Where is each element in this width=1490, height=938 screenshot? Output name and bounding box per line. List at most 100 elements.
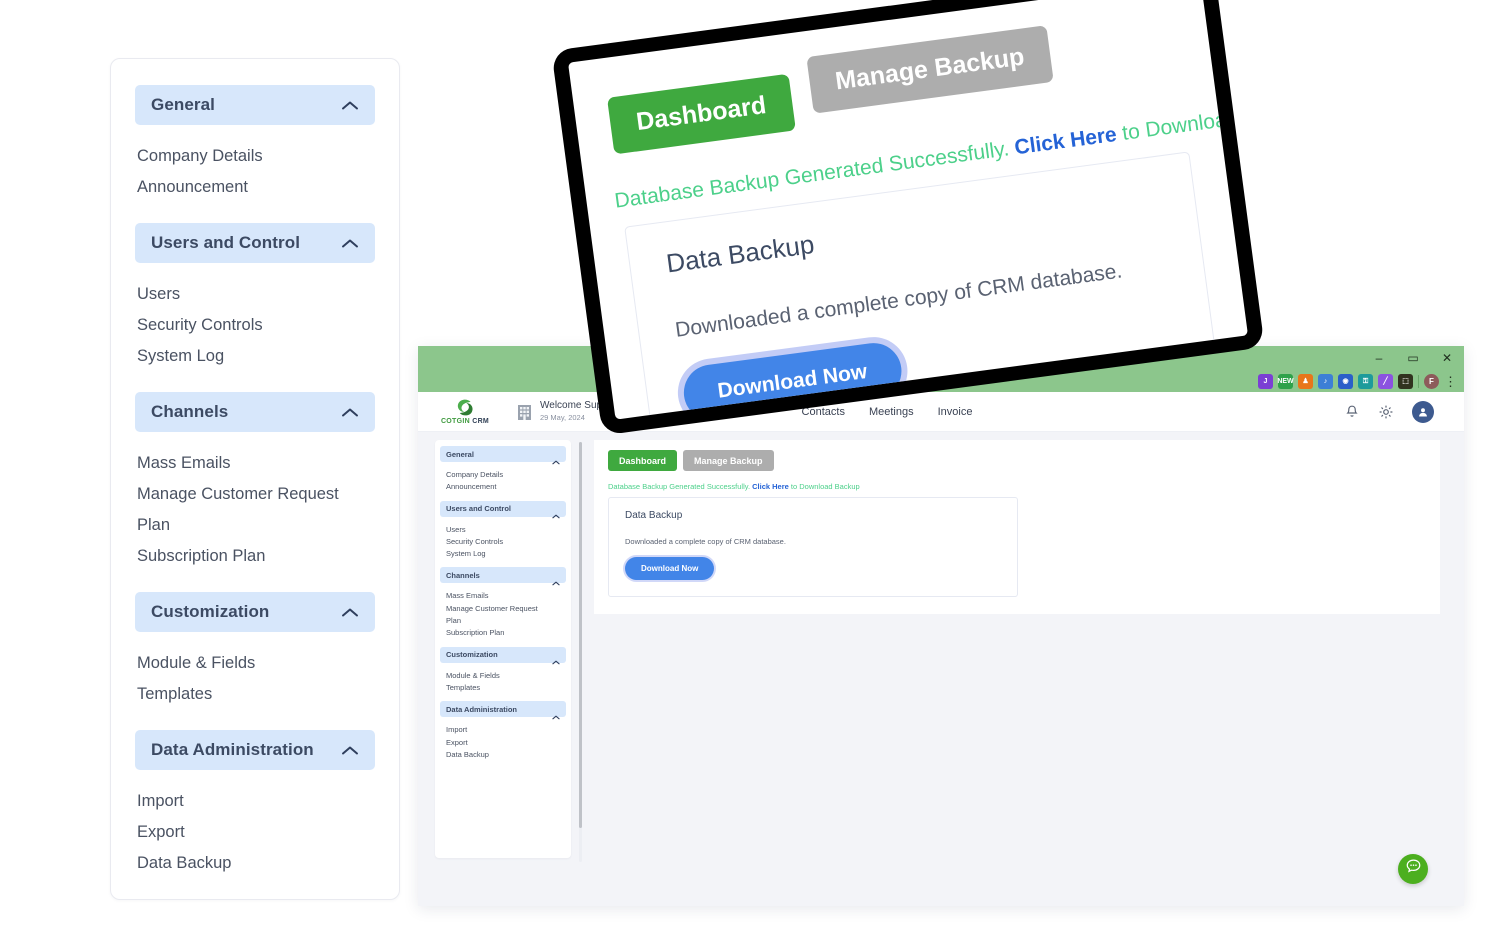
tab-manage-backup[interactable]: Manage Backup [683, 450, 774, 471]
sidebar-item-plan[interactable]: Plan [137, 510, 373, 541]
mini-sidebar-item-plan[interactable]: Plan [446, 615, 571, 627]
backup-success-alert: Database Backup Generated Successfully. … [608, 482, 1426, 491]
sidebar-group-customization[interactable]: Customization [135, 592, 375, 632]
sidebar-item-export[interactable]: Export [137, 817, 373, 848]
app-body: General Company Details Announcement Users … [418, 432, 1464, 906]
mini-sidebar-item-subscription-plan[interactable]: Subscription Plan [446, 627, 571, 639]
chevron-up-icon[interactable] [552, 707, 560, 720]
extension-blue-note-icon[interactable]: ♪ [1318, 373, 1333, 389]
tab-dashboard[interactable]: Dashboard [606, 73, 796, 155]
mini-sidebar-group-items: Module & Fields Templates [435, 668, 571, 702]
extension-target-icon[interactable]: ◉ [1338, 373, 1353, 389]
chevron-up-icon[interactable] [341, 100, 359, 111]
sidebar-item-company-details[interactable]: Company Details [137, 141, 373, 172]
mini-sidebar-item-module-fields[interactable]: Module & Fields [446, 670, 571, 682]
extension-orange-person-icon[interactable]: ♟ [1298, 373, 1313, 389]
mini-sidebar-group-customization[interactable]: Customization [440, 646, 566, 665]
user-avatar-icon[interactable] [1412, 401, 1434, 423]
mini-sidebar-item-data-backup[interactable]: Data Backup [446, 749, 571, 761]
sidebar-item-system-log[interactable]: System Log [137, 341, 373, 372]
mini-sidebar-item-users[interactable]: Users [446, 524, 571, 536]
extension-pencil-icon[interactable]: ╱ [1378, 373, 1393, 389]
chevron-up-icon[interactable] [552, 573, 560, 586]
sidebar-group-channels[interactable]: Channels [135, 392, 375, 432]
mini-sidebar-item-mass-emails[interactable]: Mass Emails [446, 590, 571, 602]
tab-manage-backup[interactable]: Manage Backup [805, 25, 1054, 114]
mini-sidebar-item-company-details[interactable]: Company Details [446, 469, 571, 481]
sidebar-item-data-backup[interactable]: Data Backup [137, 848, 373, 879]
tab-dashboard[interactable]: Dashboard [608, 450, 678, 471]
mini-sidebar-group-items: Users Security Controls System Log [435, 522, 571, 568]
extension-new-badge-icon[interactable]: NEW [1277, 373, 1294, 389]
browser-menu-icon[interactable]: ⋮ [1444, 375, 1457, 388]
sidebar-group-general[interactable]: General [135, 85, 375, 125]
nav-item-invoice[interactable]: Invoice [938, 406, 973, 418]
download-now-button[interactable]: Download Now [625, 557, 715, 580]
chevron-up-icon[interactable] [341, 238, 359, 249]
toolbar-divider [1418, 374, 1419, 388]
chevron-up-icon[interactable] [552, 452, 560, 464]
browser-extensions-toolbar: J NEW ♟ ♪ ◉ ⚿ ╱ ⬚ F ⋮ [1258, 370, 1460, 392]
extension-puzzle-icon[interactable]: ⬚ [1398, 373, 1413, 389]
maximize-button[interactable]: ▭ [1396, 346, 1430, 370]
backup-tabs: Dashboard Manage Backup [608, 450, 1426, 471]
mini-sidebar-group-items: Import Export Data Backup [435, 722, 571, 768]
nav-item-meetings[interactable]: Meetings [869, 406, 914, 418]
chat-support-button[interactable] [1398, 854, 1428, 884]
sidebar-item-users[interactable]: Users [137, 279, 373, 310]
minimize-button[interactable]: – [1362, 346, 1396, 370]
sidebar-item-subscription-plan[interactable]: Subscription Plan [137, 541, 373, 572]
mini-sidebar-group-channels[interactable]: Channels [440, 567, 566, 586]
screenshot-root: General Company Details Announcement Users … [0, 0, 1490, 938]
chevron-up-icon[interactable] [341, 407, 359, 418]
mini-sidebar-group-label: General [446, 449, 474, 459]
sidebar-group-items: Module & Fields Templates [135, 648, 375, 730]
app-logo[interactable]: COTGIN CRM [426, 398, 504, 425]
magnified-alert-suffix: to Download Backup [1120, 96, 1261, 145]
header-actions [1344, 392, 1434, 432]
sidebar-item-module-fields[interactable]: Module & Fields [137, 648, 373, 679]
mini-sidebar-item-import[interactable]: Import [446, 724, 571, 736]
settings-sidebar: General Company Details Announcement Users … [418, 432, 588, 906]
mini-sidebar-item-manage-customer-request[interactable]: Manage Customer Request [446, 603, 571, 615]
sidebar-group-data-administration[interactable]: Data Administration [135, 730, 375, 770]
mini-sidebar-group-data-administration[interactable]: Data Administration [440, 701, 566, 720]
sidebar-item-manage-customer-request[interactable]: Manage Customer Request [137, 479, 373, 510]
sidebar-item-announcement[interactable]: Announcement [137, 172, 373, 203]
mini-sidebar-group-general[interactable]: General [440, 446, 566, 464]
mini-sidebar-item-export[interactable]: Export [446, 737, 571, 749]
chevron-up-icon[interactable] [341, 745, 359, 756]
mini-sidebar-item-system-log[interactable]: System Log [446, 548, 571, 560]
mini-sidebar-item-announcement[interactable]: Announcement [446, 481, 571, 493]
sidebar-item-mass-emails[interactable]: Mass Emails [137, 448, 373, 479]
chevron-up-icon[interactable] [341, 607, 359, 618]
sidebar-group-users-and-control[interactable]: Users and Control [135, 223, 375, 263]
sidebar-item-import[interactable]: Import [137, 786, 373, 817]
close-button[interactable]: ✕ [1430, 346, 1464, 370]
chevron-up-icon[interactable] [552, 506, 560, 519]
chevron-up-icon[interactable] [552, 652, 560, 665]
gear-icon[interactable] [1378, 404, 1394, 420]
alert-suffix: to Download Backup [790, 482, 860, 491]
bell-icon[interactable] [1344, 404, 1360, 420]
sidebar-item-security-controls[interactable]: Security Controls [137, 310, 373, 341]
extension-teal-lock-icon[interactable]: ⚿ [1358, 373, 1373, 389]
sidebar-group-items: Users Security Controls System Log [135, 279, 375, 392]
mini-sidebar-group-users-and-control[interactable]: Users and Control [440, 500, 566, 519]
mini-sidebar-group-label: Users and Control [446, 504, 512, 514]
mini-sidebar-item-templates[interactable]: Templates [446, 682, 571, 694]
browser-profile-avatar[interactable]: F [1424, 373, 1439, 389]
sidebar-item-templates[interactable]: Templates [137, 679, 373, 710]
sidebar-scrollbar[interactable] [579, 442, 582, 862]
alert-click-here-link[interactable]: Click Here [752, 482, 789, 491]
data-backup-description: Downloaded a complete copy of CRM databa… [625, 537, 786, 546]
magnified-click-here-link[interactable]: Click Here [1013, 123, 1118, 159]
extension-purple-icon[interactable]: J [1258, 373, 1273, 389]
sidebar-group-label: Customization [151, 602, 270, 621]
data-backup-title: Data Backup [625, 510, 683, 521]
sidebar-group-label: Data Administration [151, 740, 314, 759]
mini-sidebar-item-security-controls[interactable]: Security Controls [446, 536, 571, 548]
main-content-panel: Dashboard Manage Backup Database Backup G… [594, 440, 1440, 614]
mini-sidebar-group-items: Mass Emails Manage Customer Request Plan Su… [435, 588, 571, 646]
building-icon [516, 403, 533, 421]
